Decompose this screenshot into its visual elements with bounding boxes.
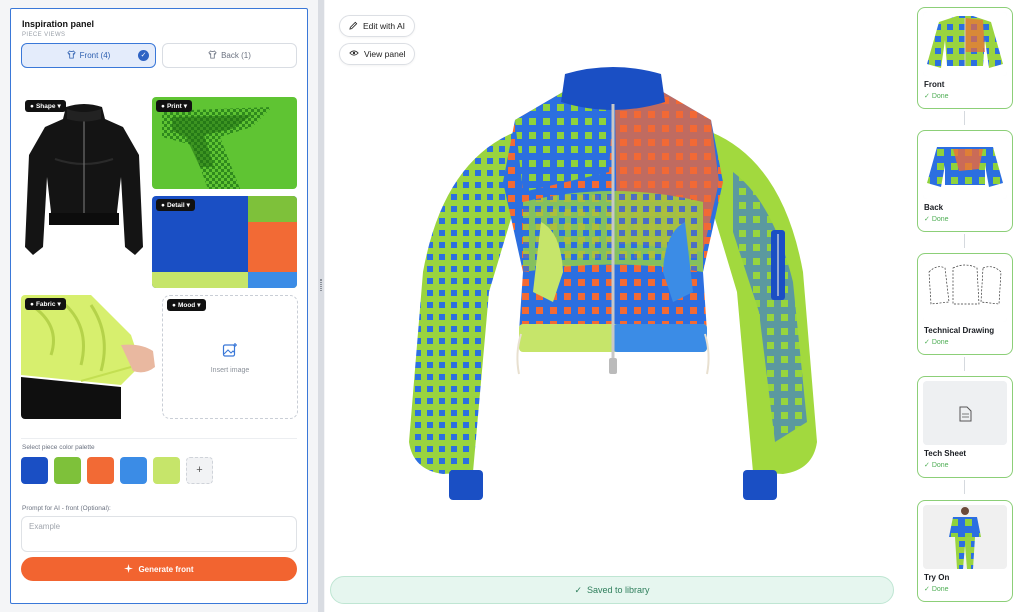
sparkle-icon <box>124 563 134 575</box>
prompt-label: Prompt for AI - front (Optional): <box>22 505 111 512</box>
prompt-input[interactable]: Example <box>21 516 297 552</box>
insert-image-label: Insert image <box>210 367 250 374</box>
chevron-down-icon: ▾ <box>197 302 201 309</box>
panel-title: Inspiration panel <box>22 19 95 29</box>
step-tech-sheet[interactable]: Tech Sheet ✓ Done <box>917 376 1013 478</box>
mood-tag[interactable]: ● Mood ▾ <box>167 299 206 311</box>
generate-front-button[interactable]: Generate front <box>21 557 297 581</box>
back-view-label: Back (1) <box>221 51 251 60</box>
color-swatch-5[interactable] <box>153 457 180 484</box>
chevron-down-icon: ▾ <box>183 103 188 110</box>
step-back[interactable]: Back ✓ Done <box>917 130 1013 232</box>
tag-icon: ● <box>161 201 165 209</box>
step-status: ✓ Done <box>924 93 949 100</box>
step-status: ✓ Done <box>924 586 949 593</box>
main-canvas: Edit with AI View panel ✓ Saved to libra… <box>325 0 904 612</box>
check-icon: ✓ <box>574 584 582 595</box>
step-status: ✓ Done <box>924 339 949 346</box>
color-swatch-1[interactable] <box>21 457 48 484</box>
divider <box>21 438 297 439</box>
step-technical-drawing[interactable]: Technical Drawing ✓ Done <box>917 253 1013 355</box>
generate-front-label: Generate front <box>138 564 194 574</box>
fabric-tile[interactable]: ● Fabric ▾ <box>21 295 157 419</box>
print-tile[interactable]: ● Print ▾ <box>152 97 297 189</box>
pencil-icon <box>349 21 358 32</box>
step-front[interactable]: Front ✓ Done <box>917 7 1013 109</box>
jacket-preview <box>403 62 823 512</box>
step-try-on[interactable]: Try On ✓ Done <box>917 500 1013 602</box>
shirt-icon <box>208 50 217 61</box>
shape-tag[interactable]: ● Shape ▾ <box>25 100 66 112</box>
shape-tile[interactable]: ● Shape ▾ <box>21 97 147 279</box>
eye-icon <box>349 49 359 59</box>
panel-resize-handle[interactable] <box>318 0 324 612</box>
fabric-image <box>21 295 157 419</box>
mood-tile[interactable]: ● Mood ▾ Insert image <box>162 295 298 419</box>
chevron-down-icon: ▾ <box>57 103 61 110</box>
technical-drawing-thumbnail <box>923 258 1007 322</box>
step-connector <box>964 480 965 494</box>
saved-label: Saved to library <box>587 585 650 595</box>
step-connector <box>964 111 965 125</box>
try-on-thumbnail <box>923 505 1007 569</box>
fabric-tag[interactable]: ● Fabric ▾ <box>25 298 66 310</box>
front-view-button[interactable]: Front (4) ✓ <box>21 43 156 68</box>
step-connector <box>964 234 965 248</box>
front-view-label: Front (4) <box>79 51 111 60</box>
step-connector <box>964 357 965 371</box>
edit-with-ai-label: Edit with AI <box>363 21 406 31</box>
check-icon: ✓ <box>138 50 149 61</box>
panel-subtitle: PIECE VIEWS <box>22 32 66 38</box>
chevron-down-icon: ▾ <box>57 301 61 308</box>
detail-tile[interactable]: ● Detail ▾ <box>152 196 297 288</box>
tag-icon: ● <box>161 102 165 110</box>
chevron-down-icon: ▾ <box>186 202 190 209</box>
saved-to-library-banner: ✓ Saved to library <box>330 576 894 604</box>
tag-icon: ● <box>172 301 176 309</box>
tag-icon: ● <box>30 300 34 308</box>
black-jacket-image <box>25 104 143 255</box>
front-thumbnail <box>923 12 1007 76</box>
add-color-button[interactable]: + <box>186 457 213 484</box>
step-status: ✓ Done <box>924 216 949 223</box>
step-status: ✓ Done <box>924 462 949 469</box>
workflow-steps: Front ✓ Done Back ✓ Done Technical Drawi… <box>904 0 1024 612</box>
shirt-icon <box>67 50 76 61</box>
color-swatch-4[interactable] <box>120 457 147 484</box>
print-tag[interactable]: ● Print ▾ <box>156 100 193 112</box>
image-add-icon <box>222 343 238 362</box>
palette-label: Select piece color palette <box>22 444 95 451</box>
detail-tag[interactable]: ● Detail ▾ <box>156 199 195 211</box>
insert-image-button[interactable]: Insert image <box>163 342 297 374</box>
tech-sheet-thumbnail <box>923 381 1007 445</box>
edit-with-ai-button[interactable]: Edit with AI <box>339 15 416 37</box>
back-thumbnail <box>923 135 1007 199</box>
tag-icon: ● <box>30 102 34 110</box>
grip-icon <box>320 279 322 291</box>
document-icon <box>923 381 1007 445</box>
color-swatch-3[interactable] <box>87 457 114 484</box>
inspiration-panel: Inspiration panel PIECE VIEWS Front (4) … <box>10 8 308 604</box>
view-panel-label: View panel <box>364 49 406 59</box>
back-view-button[interactable]: Back (1) <box>162 43 297 68</box>
color-swatch-2[interactable] <box>54 457 81 484</box>
